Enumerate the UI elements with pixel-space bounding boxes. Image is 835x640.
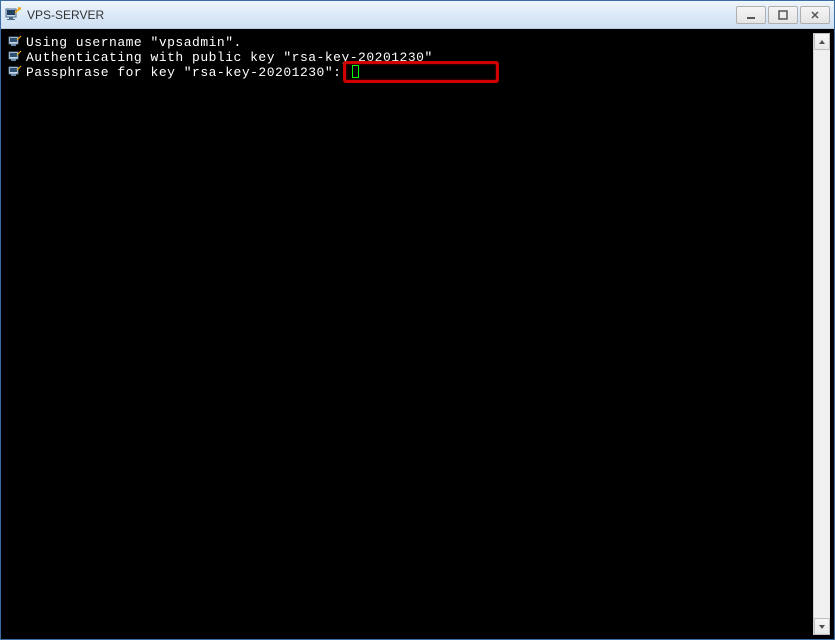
terminal-line: Authenticating with public key "rsa-key-… bbox=[7, 50, 811, 65]
scrollbar-down-arrow[interactable] bbox=[814, 618, 830, 635]
window-controls bbox=[736, 6, 830, 24]
close-button[interactable] bbox=[800, 6, 830, 24]
terminal-text: Using username "vpsadmin". bbox=[26, 35, 242, 50]
terminal-text: Passphrase for key "rsa-key-20201230": bbox=[26, 65, 350, 80]
putty-line-icon bbox=[7, 50, 23, 64]
putty-app-icon bbox=[5, 7, 21, 23]
minimize-button[interactable] bbox=[736, 6, 766, 24]
terminal-area[interactable]: Using username "vpsadmin". Authenticatin… bbox=[5, 33, 830, 635]
terminal-line: Passphrase for key "rsa-key-20201230": bbox=[7, 65, 811, 80]
scrollbar-up-arrow[interactable] bbox=[814, 33, 830, 50]
terminal-line: Using username "vpsadmin". bbox=[7, 35, 811, 50]
window-titlebar: VPS-SERVER bbox=[1, 1, 834, 29]
terminal-cursor bbox=[352, 65, 359, 78]
putty-line-icon bbox=[7, 35, 23, 49]
putty-line-icon bbox=[7, 65, 23, 79]
vertical-scrollbar[interactable] bbox=[813, 33, 830, 635]
window-title: VPS-SERVER bbox=[27, 8, 736, 22]
maximize-button[interactable] bbox=[768, 6, 798, 24]
terminal-text: Authenticating with public key "rsa-key-… bbox=[26, 50, 433, 65]
terminal-content[interactable]: Using username "vpsadmin". Authenticatin… bbox=[5, 33, 813, 635]
